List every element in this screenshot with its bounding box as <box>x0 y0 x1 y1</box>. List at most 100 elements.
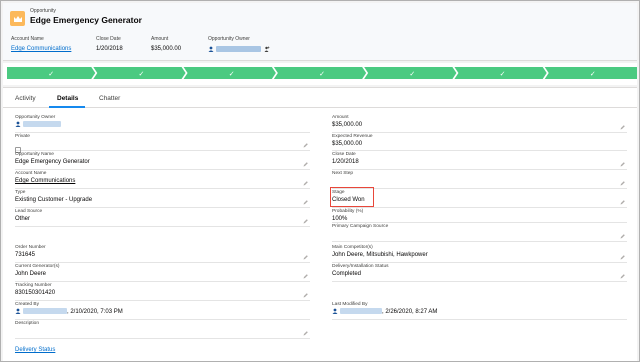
field-value: John Deere <box>15 271 47 277</box>
path-steps: ✓ ✓ ✓ ✓ ✓ ✓ ✓ <box>7 67 637 79</box>
check-icon: ✓ <box>229 70 235 78</box>
header-field-amount: Amount $35,000.00 <box>151 36 181 52</box>
user-avatar-icon <box>15 309 21 315</box>
field-value: 731645 <box>15 252 36 258</box>
field-value: Other <box>15 216 31 222</box>
field-value: 100% <box>332 216 348 222</box>
field-value: Edge Emergency Generator <box>15 159 90 165</box>
edit-pencil-icon[interactable] <box>620 255 625 260</box>
field-description: Description <box>15 321 310 339</box>
field-order-number: Order Number 731645 <box>15 245 310 263</box>
header-account-link[interactable]: Edge Communications <box>11 46 71 52</box>
field-owner-value[interactable] <box>15 121 310 130</box>
field-current-generators: Current Generator(s) John Deere <box>15 264 310 282</box>
edit-pencil-icon[interactable] <box>620 234 625 239</box>
header-field-value: $35,000.00 <box>151 46 182 52</box>
field-primary-campaign-source: Primary Campaign Source <box>332 224 627 242</box>
record-title: Edge Emergency Generator <box>30 15 142 25</box>
header-field-label: Account Name <box>11 36 44 42</box>
details-card: Activity Details Chatter Opportunity Own… <box>3 87 637 361</box>
edit-pencil-icon[interactable] <box>303 255 308 260</box>
edit-pencil-icon[interactable] <box>303 181 308 186</box>
header-field-owner: Opportunity Owner <box>208 36 270 53</box>
redacted-owner-name <box>216 46 261 52</box>
edit-pencil-icon[interactable] <box>620 181 625 186</box>
check-icon: ✓ <box>319 70 325 78</box>
object-type-label: Opportunity <box>30 8 56 14</box>
tab-chatter[interactable]: Chatter <box>99 95 120 102</box>
edit-pencil-icon[interactable] <box>620 274 625 279</box>
edit-pencil-icon[interactable] <box>620 162 625 167</box>
edit-pencil-icon[interactable] <box>303 274 308 279</box>
header-field-label: Opportunity Owner <box>208 36 250 42</box>
header-field-close-date: Close Date 1/20/2018 <box>96 36 123 52</box>
field-type: Type Existing Customer - Upgrade <box>15 190 310 208</box>
field-lead-source: Lead Source Other <box>15 209 310 227</box>
field-main-competitors: Main Competitor(s) John Deere, Mitsubish… <box>332 245 627 263</box>
field-tracking-number: Tracking Number 830150301420 <box>15 283 310 301</box>
field-value: Completed <box>332 271 362 277</box>
field-value: Existing Customer - Upgrade <box>15 197 93 203</box>
edit-pencil-icon[interactable] <box>303 162 308 167</box>
modified-date-text: , 2/26/2020, 8:27 AM <box>382 309 438 315</box>
stage-highlight-box <box>330 187 374 207</box>
record-header: Opportunity Edge Emergency Generator Acc… <box>3 3 637 61</box>
active-tab-indicator <box>49 106 85 108</box>
user-avatar-icon <box>332 309 338 315</box>
edit-pencil-icon[interactable] <box>620 125 625 130</box>
edit-pencil-icon[interactable] <box>620 200 625 205</box>
field-created-by: Created By , 2/10/2020, 7:03 PM <box>15 302 310 320</box>
header-field-account: Account Name Edge Communications <box>11 36 71 52</box>
field-value: John Deere, Mitsubishi, Hawkpower <box>332 252 428 258</box>
check-icon: ✓ <box>409 70 415 78</box>
header-field-value: 1/20/2018 <box>96 46 123 52</box>
field-value: 1/20/2018 <box>332 159 359 165</box>
check-icon: ✓ <box>48 70 54 78</box>
redacted-user-name[interactable] <box>340 308 382 315</box>
user-avatar-icon <box>208 46 214 52</box>
field-opportunity-owner: Opportunity Owner <box>15 115 310 133</box>
field-close-date: Close Date 1/20/2018 <box>332 152 627 170</box>
header-field-label: Close Date <box>96 36 121 42</box>
header-field-label: Amount <box>151 36 169 42</box>
field-value: $35,000.00 <box>332 122 363 128</box>
edit-pencil-icon[interactable] <box>303 219 308 224</box>
tab-activity[interactable]: Activity <box>15 95 36 102</box>
field-delivery-installation-status: Delivery/Installation Status Completed <box>332 264 627 282</box>
crown-icon <box>10 11 25 26</box>
edit-pencil-icon[interactable] <box>303 143 308 148</box>
edit-pencil-icon[interactable] <box>303 293 308 298</box>
field-amount: Amount $35,000.00 <box>332 115 627 133</box>
tab-details[interactable]: Details <box>57 95 78 102</box>
field-label: Primary Campaign Source <box>332 224 389 229</box>
field-value: $35,000.00 <box>332 141 363 147</box>
field-label: Next Step <box>332 171 354 176</box>
account-link[interactable]: Edge Communications <box>15 177 310 186</box>
field-label: Description <box>15 321 39 326</box>
field-expected-revenue: Expected Revenue $35,000.00 <box>332 134 627 151</box>
field-last-modified-by: Last Modified By , 2/26/2020, 8:27 AM <box>332 302 627 320</box>
field-account-name: Account Name Edge Communications <box>15 171 310 189</box>
field-next-step: Next Step <box>332 171 627 189</box>
field-created-by-value: , 2/10/2020, 7:03 PM <box>15 308 310 317</box>
check-icon: ✓ <box>500 70 506 78</box>
change-owner-icon[interactable] <box>264 46 270 52</box>
created-date-text: , 2/10/2020, 7:03 PM <box>67 309 123 315</box>
field-last-modified-value: , 2/26/2020, 8:27 AM <box>332 308 627 317</box>
redacted-user-name[interactable] <box>23 308 67 315</box>
field-value: Closed Won <box>332 197 365 203</box>
redacted-owner-name <box>23 121 61 128</box>
check-icon: ✓ <box>138 70 144 78</box>
edit-pencil-icon[interactable] <box>303 200 308 205</box>
delivery-status-section-link[interactable]: Delivery Status <box>15 347 55 353</box>
field-value: 830150301420 <box>15 290 56 296</box>
check-icon: ✓ <box>590 70 596 78</box>
field-stage: Stage Closed Won <box>332 190 627 208</box>
field-probability: Probability (%) 100% <box>332 209 627 223</box>
field-label: Private <box>15 134 30 139</box>
field-private: Private <box>15 134 310 153</box>
sales-path: ✓ ✓ ✓ ✓ ✓ ✓ ✓ <box>3 63 637 85</box>
header-owner-value[interactable] <box>208 46 270 53</box>
edit-pencil-icon[interactable] <box>303 331 308 336</box>
app-frame: Opportunity Edge Emergency Generator Acc… <box>0 0 640 362</box>
